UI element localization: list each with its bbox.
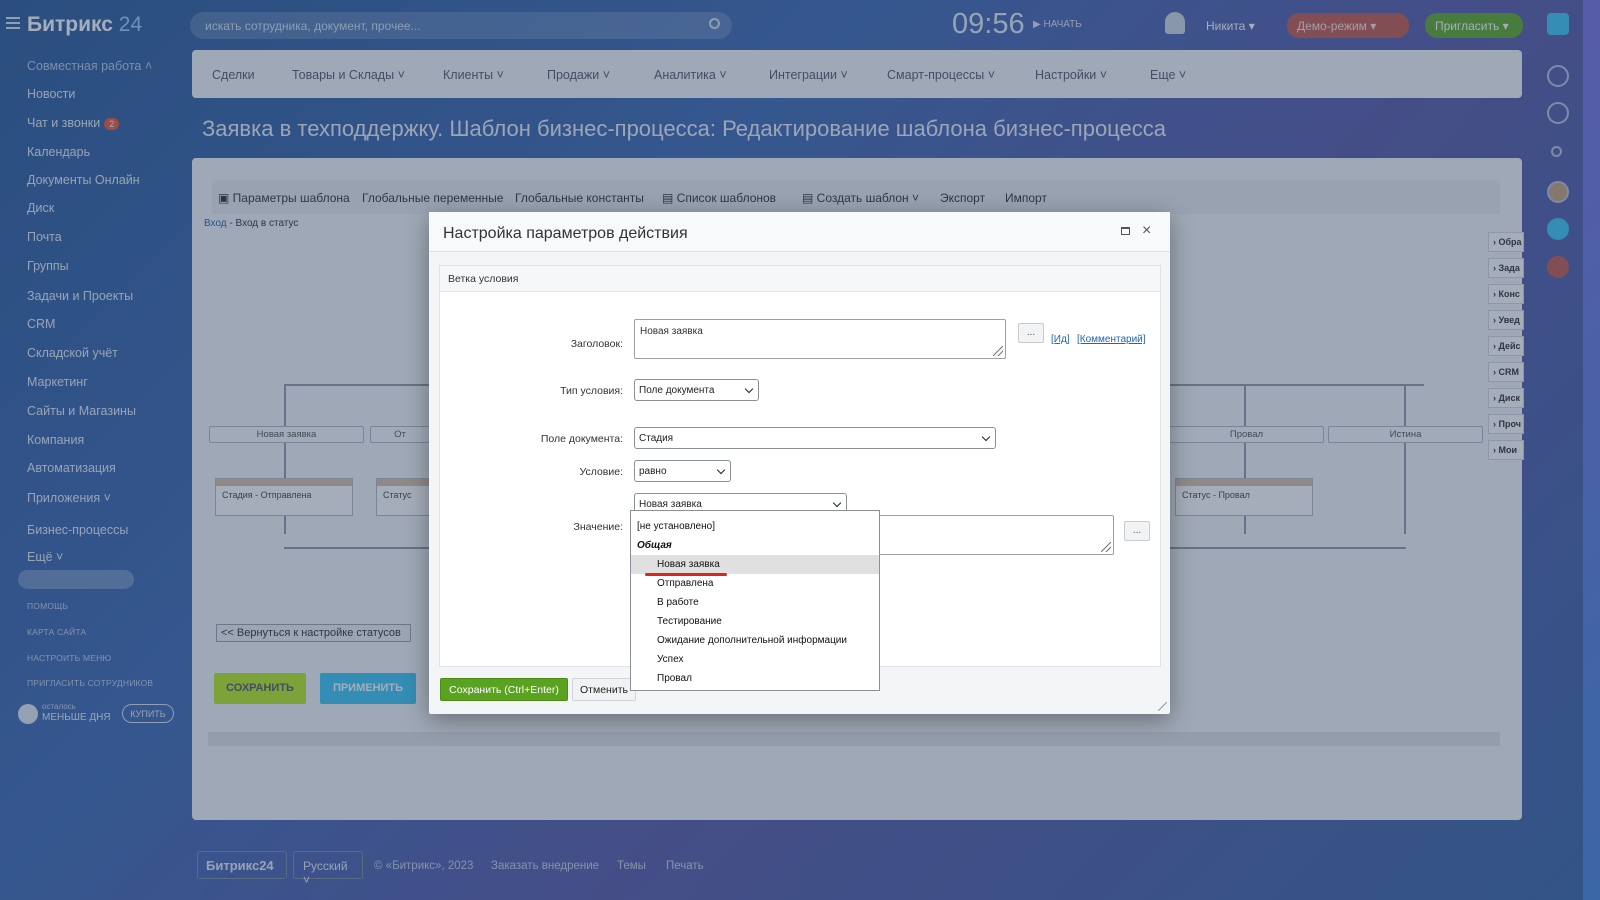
dropdown-option[interactable]: Отправлена [631,574,879,593]
close-icon[interactable]: × [1142,222,1151,240]
doc-field-select[interactable]: Стадия [634,427,996,449]
dropdown-group-label: Общая [637,540,672,551]
dropdown-option[interactable]: Тестирование [631,612,879,631]
condition-type-label: Тип условия: [560,385,623,397]
annotation-underline [645,573,727,576]
value-label: Значение: [573,521,623,533]
dropdown-option-none[interactable]: [не установлено] [631,517,879,536]
dropdown-option[interactable]: Успех [631,650,879,669]
condition-type-select[interactable]: Поле документа [634,379,759,401]
dialog-save-button[interactable]: Сохранить (Ctrl+Enter) [440,678,568,701]
dropdown-option[interactable]: Новая заявка [631,555,879,574]
resize-handle[interactable] [1158,702,1167,711]
id-link[interactable]: [Ид] [1051,334,1070,345]
comment-link[interactable]: [Комментарий] [1077,334,1146,345]
dialog-header: Настройка параметров действия × [429,212,1170,252]
condition-select[interactable]: равно [634,460,731,482]
value-dropdown-list: [не установлено] Общая Новая заявка Отпр… [630,510,880,691]
section-title: Ветка условия [440,266,1160,292]
chevron-down-icon [981,432,991,442]
dropdown-option[interactable]: Провал [631,669,879,688]
chevron-down-icon [716,465,726,475]
doc-field-label: Поле документа: [540,433,623,445]
maximize-icon[interactable] [1121,227,1130,235]
dropdown-option[interactable]: В работе [631,593,879,612]
dialog-title: Настройка параметров действия [443,225,688,242]
dropdown-option[interactable]: Ожидание дополнительной информации [631,631,879,650]
title-dots-button[interactable]: ... [1018,323,1044,343]
title-textarea[interactable]: Новая заявка [634,319,1006,359]
chevron-down-icon [832,498,842,508]
chevron-down-icon [744,384,754,394]
value-dots-button[interactable]: ... [1124,521,1150,541]
dialog-cancel-button[interactable]: Отменить [572,678,636,701]
title-label: Заголовок: [570,338,623,350]
condition-label: Условие: [579,466,623,478]
